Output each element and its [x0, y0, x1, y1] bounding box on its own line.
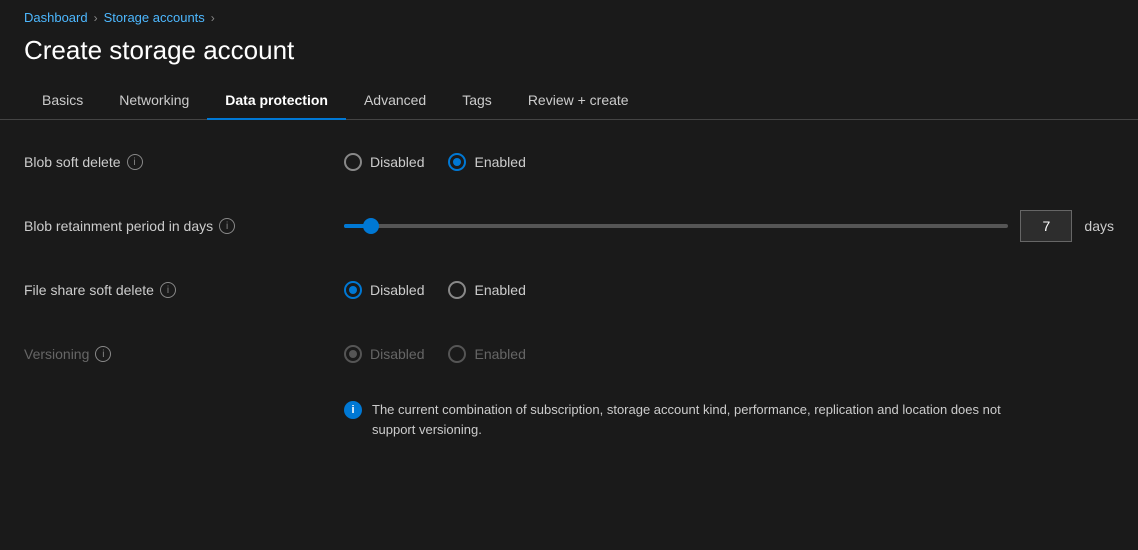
- file-share-soft-delete-enabled-label: Enabled: [474, 282, 525, 298]
- tab-networking[interactable]: Networking: [101, 82, 207, 120]
- breadcrumb-separator-2: ›: [211, 11, 215, 25]
- blob-soft-delete-radio-group: Disabled Enabled: [344, 153, 526, 171]
- tab-basics[interactable]: Basics: [24, 82, 101, 120]
- file-share-soft-delete-disabled-radio[interactable]: [344, 281, 362, 299]
- blob-soft-delete-text: Blob soft delete: [24, 154, 121, 170]
- tab-data-protection[interactable]: Data protection: [207, 82, 346, 120]
- versioning-text: Versioning: [24, 346, 89, 362]
- file-share-soft-delete-info-icon[interactable]: i: [160, 282, 176, 298]
- blob-retention-label: Blob retainment period in days i: [24, 218, 344, 234]
- breadcrumb-dashboard[interactable]: Dashboard: [24, 10, 88, 25]
- file-share-soft-delete-row: File share soft delete i Disabled Enable…: [24, 272, 1114, 308]
- file-share-soft-delete-enabled-radio[interactable]: [448, 281, 466, 299]
- blob-soft-delete-enabled-radio[interactable]: [448, 153, 466, 171]
- tab-advanced[interactable]: Advanced: [346, 82, 444, 120]
- blob-retention-slider-wrapper: [344, 216, 1008, 236]
- blob-retention-slider-track: [344, 224, 1008, 228]
- versioning-enabled-label: Enabled: [474, 346, 525, 362]
- page-title: Create storage account: [0, 31, 1138, 82]
- tabs-container: BasicsNetworkingData protectionAdvancedT…: [0, 82, 1138, 120]
- versioning-disabled-option: Disabled: [344, 345, 424, 363]
- versioning-info-message-icon: i: [344, 401, 362, 419]
- versioning-disabled-radio: [344, 345, 362, 363]
- versioning-enabled-option: Enabled: [448, 345, 525, 363]
- blob-retention-input[interactable]: [1020, 210, 1072, 242]
- blob-retention-days-label: days: [1084, 218, 1114, 234]
- blob-soft-delete-row: Blob soft delete i Disabled Enabled: [24, 144, 1114, 180]
- blob-soft-delete-disabled-label: Disabled: [370, 154, 424, 170]
- file-share-soft-delete-disabled-option[interactable]: Disabled: [344, 281, 424, 299]
- file-share-soft-delete-enabled-option[interactable]: Enabled: [448, 281, 525, 299]
- versioning-info-message-text: The current combination of subscription,…: [372, 400, 1044, 439]
- file-share-soft-delete-label: File share soft delete i: [24, 282, 344, 298]
- versioning-enabled-radio: [448, 345, 466, 363]
- blob-retention-slider-container: days: [344, 210, 1114, 242]
- tab-tags[interactable]: Tags: [444, 82, 510, 120]
- breadcrumb-storage-accounts[interactable]: Storage accounts: [104, 10, 205, 25]
- form-content: Blob soft delete i Disabled Enabled Blob…: [0, 120, 1138, 463]
- versioning-info-message: i The current combination of subscriptio…: [344, 400, 1044, 439]
- breadcrumb: Dashboard › Storage accounts ›: [0, 0, 1138, 31]
- blob-soft-delete-enabled-label: Enabled: [474, 154, 525, 170]
- tab-review-create[interactable]: Review + create: [510, 82, 647, 120]
- blob-soft-delete-label: Blob soft delete i: [24, 154, 344, 170]
- blob-soft-delete-disabled-option[interactable]: Disabled: [344, 153, 424, 171]
- blob-soft-delete-disabled-radio[interactable]: [344, 153, 362, 171]
- versioning-row: Versioning i Disabled Enabled: [24, 336, 1114, 372]
- versioning-info-icon[interactable]: i: [95, 346, 111, 362]
- blob-retention-row: Blob retainment period in days i days: [24, 208, 1114, 244]
- file-share-soft-delete-text: File share soft delete: [24, 282, 154, 298]
- blob-retention-info-icon[interactable]: i: [219, 218, 235, 234]
- file-share-soft-delete-disabled-label: Disabled: [370, 282, 424, 298]
- blob-soft-delete-info-icon[interactable]: i: [127, 154, 143, 170]
- versioning-disabled-label: Disabled: [370, 346, 424, 362]
- versioning-radio-group: Disabled Enabled: [344, 345, 526, 363]
- file-share-soft-delete-radio-group: Disabled Enabled: [344, 281, 526, 299]
- blob-retention-slider-thumb[interactable]: [363, 218, 379, 234]
- breadcrumb-separator-1: ›: [94, 11, 98, 25]
- versioning-label: Versioning i: [24, 346, 344, 362]
- blob-soft-delete-enabled-option[interactable]: Enabled: [448, 153, 525, 171]
- blob-retention-text: Blob retainment period in days: [24, 218, 213, 234]
